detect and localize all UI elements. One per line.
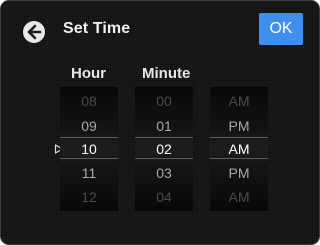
hour-option[interactable]: 09	[60, 116, 118, 136]
ampm-option-selected[interactable]: AM	[210, 139, 268, 159]
minute-option[interactable]: 04	[135, 187, 193, 207]
hour-option[interactable]: 12	[60, 187, 118, 207]
selection-line-top	[60, 137, 118, 138]
ampm-option[interactable]: AM	[210, 187, 268, 207]
back-button[interactable]	[23, 21, 45, 43]
hour-header: Hour	[71, 65, 106, 82]
ampm-option[interactable]: AM	[210, 91, 268, 111]
hour-option-selected[interactable]: 10	[60, 139, 118, 159]
minute-option[interactable]: 00	[135, 91, 193, 111]
selection-line-top	[210, 137, 268, 138]
minute-option[interactable]: 01	[135, 116, 193, 136]
minute-option[interactable]: 03	[135, 163, 193, 183]
back-arrow-icon	[27, 24, 42, 40]
minute-option-selected[interactable]: 02	[135, 139, 193, 159]
minute-header: Minute	[142, 65, 191, 82]
set-time-screen: Set Time OK Hour Minute 08 09 10 11 12 0…	[0, 0, 320, 245]
ampm-option[interactable]: PM	[210, 116, 268, 136]
hour-wheel[interactable]: 08 09 10 11 12	[60, 87, 118, 211]
selection-line-top	[135, 137, 193, 138]
ok-button[interactable]: OK	[259, 13, 303, 45]
hour-option[interactable]: 08	[60, 91, 118, 111]
page-title: Set Time	[63, 20, 131, 37]
ampm-wheel[interactable]: AM PM AM PM AM	[210, 87, 268, 211]
hour-option[interactable]: 11	[60, 163, 118, 183]
ampm-option[interactable]: PM	[210, 163, 268, 183]
minute-wheel[interactable]: 00 01 02 03 04	[135, 87, 193, 211]
